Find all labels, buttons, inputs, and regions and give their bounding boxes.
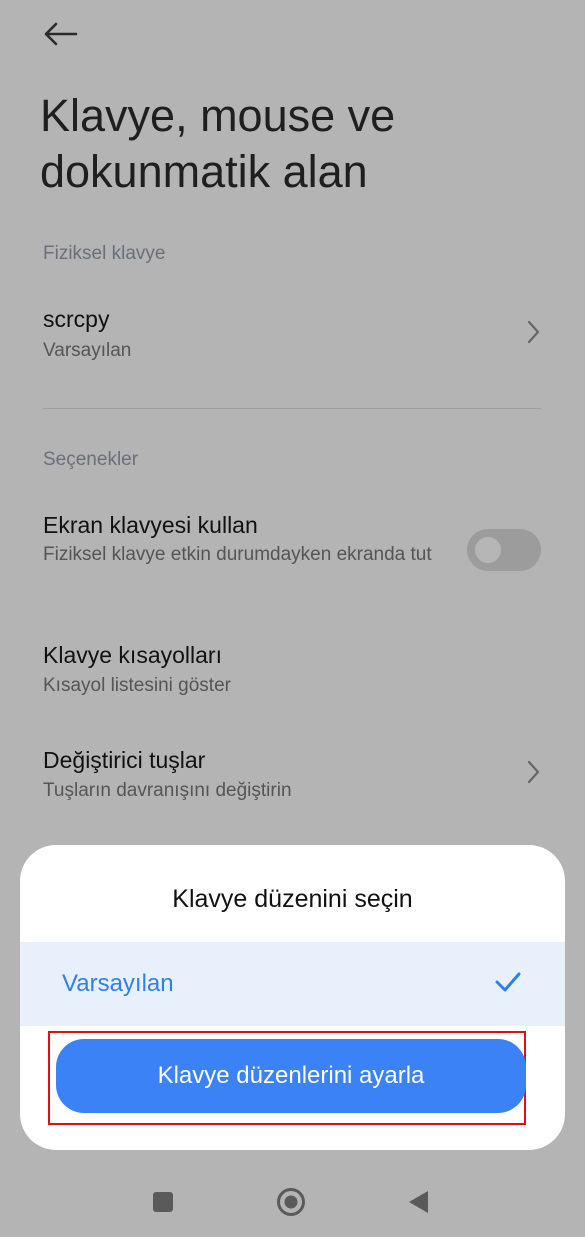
recents-square-icon[interactable] bbox=[153, 1192, 173, 1212]
option-subtitle: Tuşların davranışını değiştirin bbox=[43, 780, 292, 801]
back-triangle-icon[interactable] bbox=[406, 1189, 430, 1215]
onscreen-keyboard-toggle[interactable] bbox=[467, 529, 541, 571]
arrow-left-icon bbox=[44, 22, 78, 46]
option-title: Klavye kısayolları bbox=[43, 642, 222, 668]
chevron-right-icon bbox=[527, 320, 540, 344]
page-title: Klavye, mouse ve dokunmatik alan bbox=[40, 90, 396, 197]
dialog-title: Klavye düzenini seçin bbox=[172, 885, 413, 913]
layout-option-label: Varsayılan bbox=[62, 970, 174, 997]
divider bbox=[43, 408, 541, 409]
navigation-bar bbox=[0, 1165, 585, 1237]
settings-screen: Klavye, mouse ve dokunmatik alan Fizikse… bbox=[0, 0, 585, 1237]
option-subtitle: Fiziksel klavye etkin durumdayken ekrand… bbox=[43, 544, 432, 565]
layout-option-default[interactable]: Varsayılan bbox=[20, 942, 565, 1026]
back-button[interactable] bbox=[38, 14, 82, 54]
section-header-physical-keyboard: Fiziksel klavye bbox=[43, 243, 166, 264]
toggle-knob bbox=[475, 537, 501, 563]
checkmark-icon bbox=[495, 972, 521, 992]
section-header-options: Seçenekler bbox=[43, 449, 139, 470]
option-title: Değiştirici tuşlar bbox=[43, 747, 206, 773]
chevron-right-icon bbox=[527, 760, 540, 784]
keyboard-item-subtitle: Varsayılan bbox=[43, 340, 132, 361]
keyboard-item-title: scrcpy bbox=[43, 306, 110, 332]
option-subtitle: Kısayol listesini göster bbox=[43, 675, 231, 696]
configure-layouts-button[interactable]: Klavye düzenlerini ayarla bbox=[56, 1039, 526, 1113]
home-circle-icon[interactable] bbox=[276, 1187, 306, 1217]
keyboard-layout-dialog: Klavye düzenini seçin Varsayılan Klavye … bbox=[20, 845, 565, 1150]
option-title: Ekran klavyesi kullan bbox=[43, 512, 258, 538]
